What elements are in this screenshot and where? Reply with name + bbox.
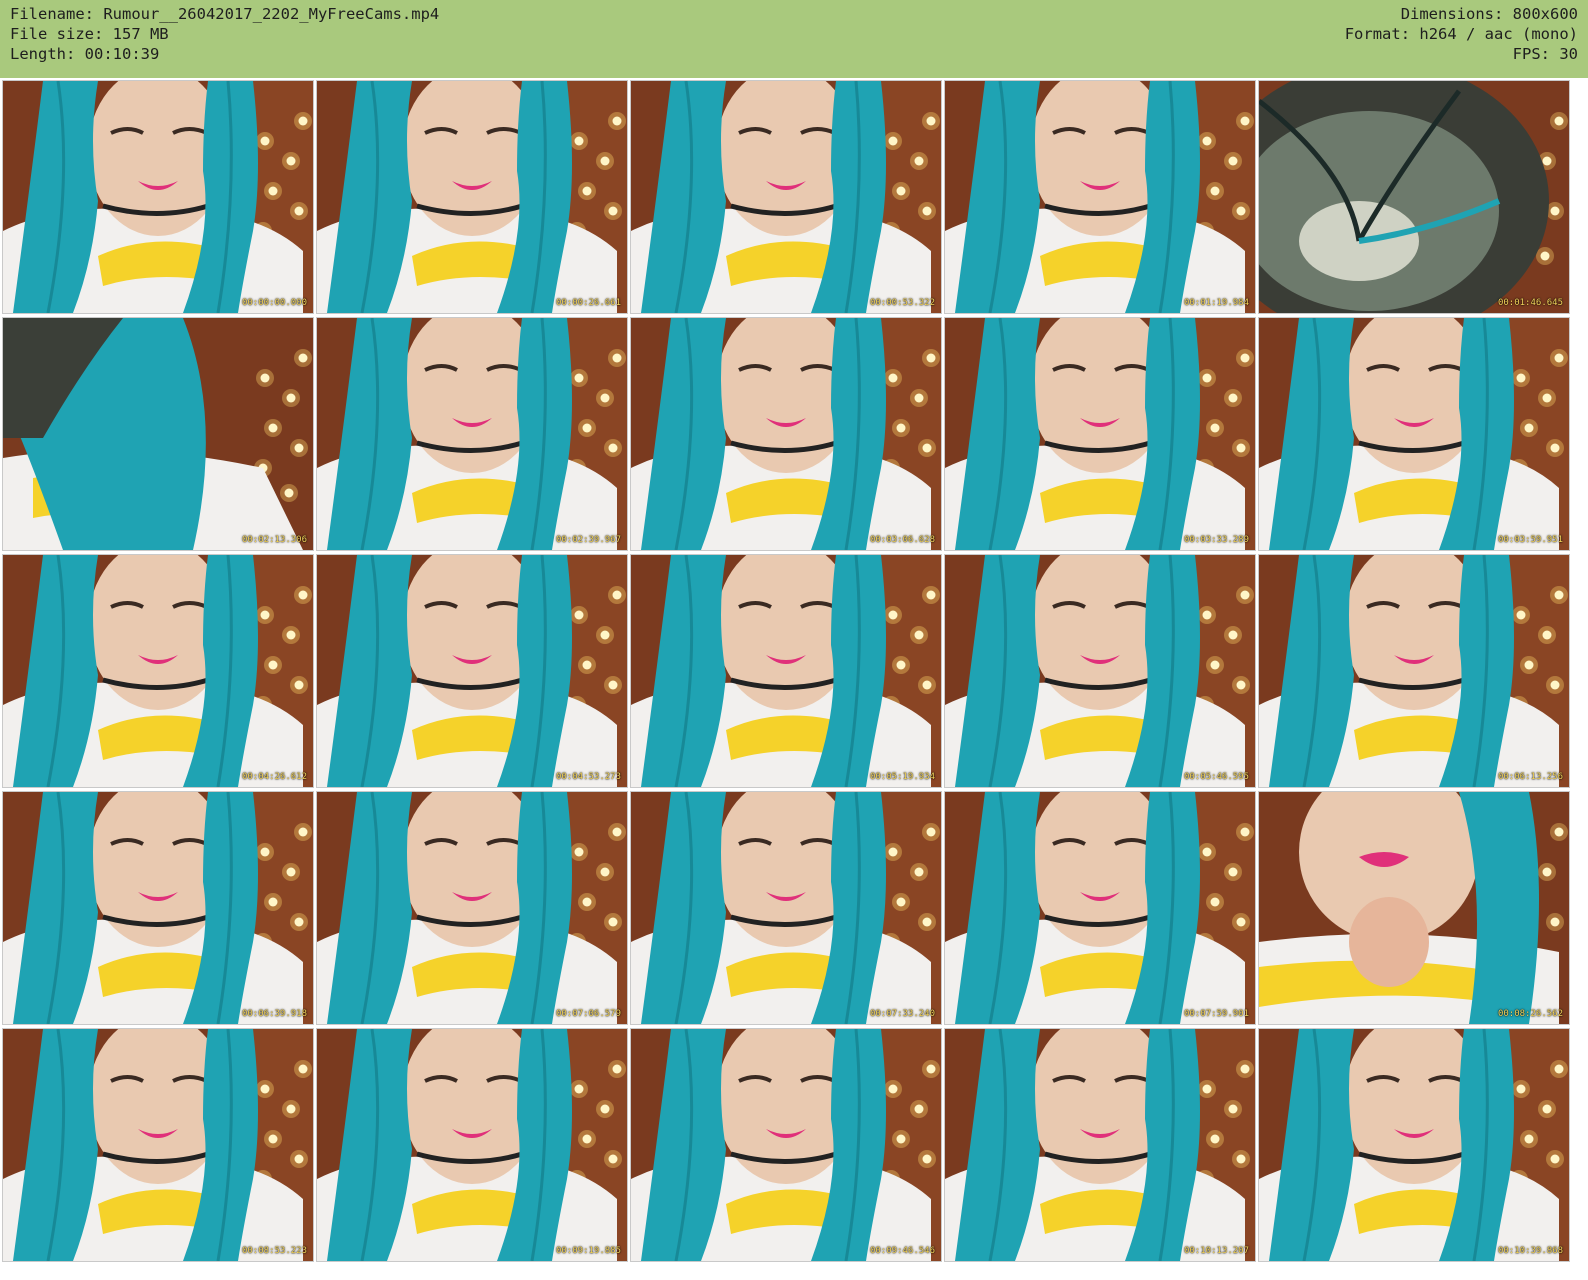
- frame-image: [945, 792, 1255, 1024]
- frame-timestamp: 00:00:26.661: [555, 298, 621, 308]
- frame-timestamp: 00:09:19.885: [555, 1246, 621, 1256]
- video-frame-thumbnail: 00:00:53.322: [630, 80, 942, 314]
- video-frame-thumbnail: 00:02:39.967: [316, 317, 628, 551]
- video-frame-thumbnail: 00:01:46.645: [1258, 80, 1570, 314]
- frame-image: [3, 1029, 313, 1261]
- frame-image: [317, 792, 627, 1024]
- video-frame-thumbnail: 00:09:46.546: [630, 1028, 942, 1262]
- video-frame-thumbnail: 00:05:46.595: [944, 554, 1256, 788]
- frame-timestamp: 00:10:13.207: [1183, 1246, 1249, 1256]
- video-frame-thumbnail: 00:10:39.868: [1258, 1028, 1570, 1262]
- video-frame-thumbnail: 00:06:39.918: [2, 791, 314, 1025]
- frame-timestamp: 00:06:39.918: [241, 1009, 307, 1019]
- frame-image: [631, 792, 941, 1024]
- frame-timestamp: 00:04:53.273: [555, 772, 621, 782]
- frame-timestamp: 00:07:59.901: [1183, 1009, 1249, 1019]
- frame-image: [317, 318, 627, 550]
- filename-text: Filename: Rumour__26042017_2202_MyFreeCa…: [10, 5, 440, 23]
- frame-timestamp: 00:03:33.289: [1183, 535, 1249, 545]
- header-right: Dimensions: 800x600 Format: h264 / aac (…: [1345, 4, 1578, 64]
- frame-timestamp: 00:05:46.595: [1183, 772, 1249, 782]
- video-frame-thumbnail: 00:04:53.273: [316, 554, 628, 788]
- video-frame-thumbnail: 00:03:33.289: [944, 317, 1256, 551]
- frame-timestamp: 00:03:06.628: [869, 535, 935, 545]
- frame-image: [1259, 555, 1569, 787]
- fps-text: FPS: 30: [1512, 45, 1578, 63]
- frame-image: [317, 555, 627, 787]
- frame-timestamp: 00:01:19.984: [1183, 298, 1249, 308]
- frame-image: [1259, 792, 1569, 1024]
- frame-timestamp: 00:06:13.256: [1497, 772, 1563, 782]
- frame-image: [3, 318, 313, 550]
- frame-image: [945, 1029, 1255, 1261]
- frame-timestamp: 00:08:53.223: [241, 1246, 307, 1256]
- frame-image: [1259, 318, 1569, 550]
- video-frame-thumbnail: 00:07:33.240: [630, 791, 942, 1025]
- frame-image: [3, 81, 313, 313]
- dimensions-text: Dimensions: 800x600: [1400, 5, 1578, 23]
- frame-timestamp: 00:07:06.579: [555, 1009, 621, 1019]
- header-left: Filename: Rumour__26042017_2202_MyFreeCa…: [10, 4, 439, 64]
- frame-image: [631, 1029, 941, 1261]
- video-frame-thumbnail: 00:06:13.256: [1258, 554, 1570, 788]
- frame-image: [631, 81, 941, 313]
- frame-timestamp: 00:01:46.645: [1497, 298, 1563, 308]
- frame-image: [631, 555, 941, 787]
- video-frame-thumbnail: 00:02:13.306: [2, 317, 314, 551]
- video-frame-thumbnail: 00:04:26.612: [2, 554, 314, 788]
- video-frame-thumbnail: 00:03:06.628: [630, 317, 942, 551]
- video-frame-thumbnail: 00:08:26.562: [1258, 791, 1570, 1025]
- frame-timestamp: 00:05:19.934: [869, 772, 935, 782]
- frame-timestamp: 00:02:39.967: [555, 535, 621, 545]
- video-frame-thumbnail: 00:10:13.207: [944, 1028, 1256, 1262]
- filesize-text: File size: 157 MB: [10, 25, 169, 43]
- video-frame-thumbnail: 00:03:59.951: [1258, 317, 1570, 551]
- frame-timestamp: 00:04:26.612: [241, 772, 307, 782]
- frame-image: [317, 81, 627, 313]
- frame-timestamp: 00:00:00.000: [241, 298, 307, 308]
- frame-timestamp: 00:08:26.562: [1497, 1009, 1563, 1019]
- video-frame-thumbnail: 00:00:26.661: [316, 80, 628, 314]
- video-frame-thumbnail: 00:01:19.984: [944, 80, 1256, 314]
- video-frame-thumbnail: 00:07:06.579: [316, 791, 628, 1025]
- info-header: Filename: Rumour__26042017_2202_MyFreeCa…: [0, 0, 1588, 78]
- frame-timestamp: 00:00:53.322: [869, 298, 935, 308]
- frame-timestamp: 00:02:13.306: [241, 535, 307, 545]
- thumbnail-grid: 00:00:00.000 00:00:26.661 00:00:53.322 0…: [0, 80, 1588, 1280]
- video-frame-thumbnail: 00:00:00.000: [2, 80, 314, 314]
- frame-image: [945, 81, 1255, 313]
- frame-timestamp: 00:10:39.868: [1497, 1246, 1563, 1256]
- frame-timestamp: 00:09:46.546: [869, 1246, 935, 1256]
- length-text: Length: 00:10:39: [10, 45, 160, 63]
- frame-image: [1259, 1029, 1569, 1261]
- video-frame-thumbnail: 00:05:19.934: [630, 554, 942, 788]
- frame-image: [1259, 81, 1569, 313]
- video-frame-thumbnail: 00:07:59.901: [944, 791, 1256, 1025]
- frame-image: [631, 318, 941, 550]
- format-text: Format: h264 / aac (mono): [1344, 25, 1578, 43]
- video-frame-thumbnail: 00:09:19.885: [316, 1028, 628, 1262]
- frame-timestamp: 00:03:59.951: [1497, 535, 1563, 545]
- frame-image: [3, 792, 313, 1024]
- frame-image: [945, 555, 1255, 787]
- frame-image: [3, 555, 313, 787]
- frame-timestamp: 00:07:33.240: [869, 1009, 935, 1019]
- frame-image: [945, 318, 1255, 550]
- frame-image: [317, 1029, 627, 1261]
- video-frame-thumbnail: 00:08:53.223: [2, 1028, 314, 1262]
